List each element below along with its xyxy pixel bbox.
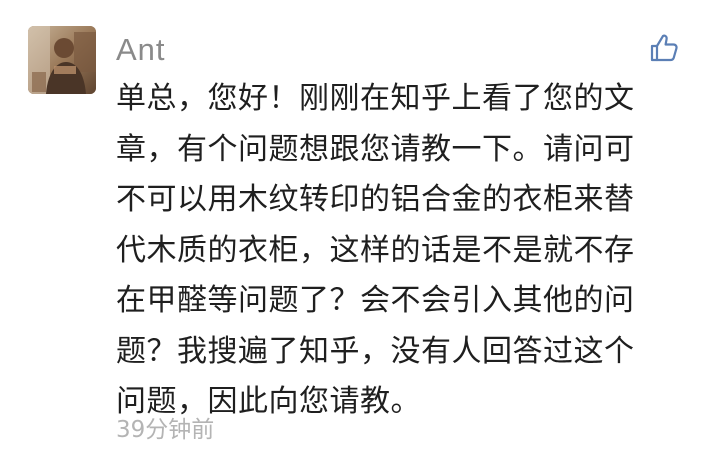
- comment-timestamp: 39分钟前: [116, 417, 215, 443]
- like-button[interactable]: [648, 32, 680, 64]
- avatar[interactable]: [28, 26, 96, 94]
- comment-text-line: 不可以用木纹转印的铝合金的衣柜来替: [116, 182, 635, 217]
- comment-text-line: 单总，您好！刚刚在知乎上看了您的文: [116, 81, 635, 116]
- comment-text-line: 在甲醛等问题了？会不会引入其他的问: [116, 283, 635, 318]
- comment-username[interactable]: Ant: [116, 30, 166, 70]
- comment-text-line: 章，有个问题想跟您请教一下。请问可: [116, 131, 635, 167]
- comment-text-line: 代木质的衣柜，这样的话是不是就不存: [116, 232, 635, 268]
- comment-text-line: 题？我搜遍了知乎，没有人回答过这个: [116, 333, 635, 369]
- comment-text: 单总，您好！刚刚在知乎上看了您的文 章，有个问题想跟您请教一下。请问可 不可以用…: [116, 74, 708, 428]
- avatar-photo-icon: [28, 26, 96, 94]
- thumbs-up-icon: [650, 34, 678, 62]
- comment-card: Ant 单总，您好！刚刚在知乎上看了您的文 章，有个问题想跟您请教一下。请问可 …: [0, 0, 720, 476]
